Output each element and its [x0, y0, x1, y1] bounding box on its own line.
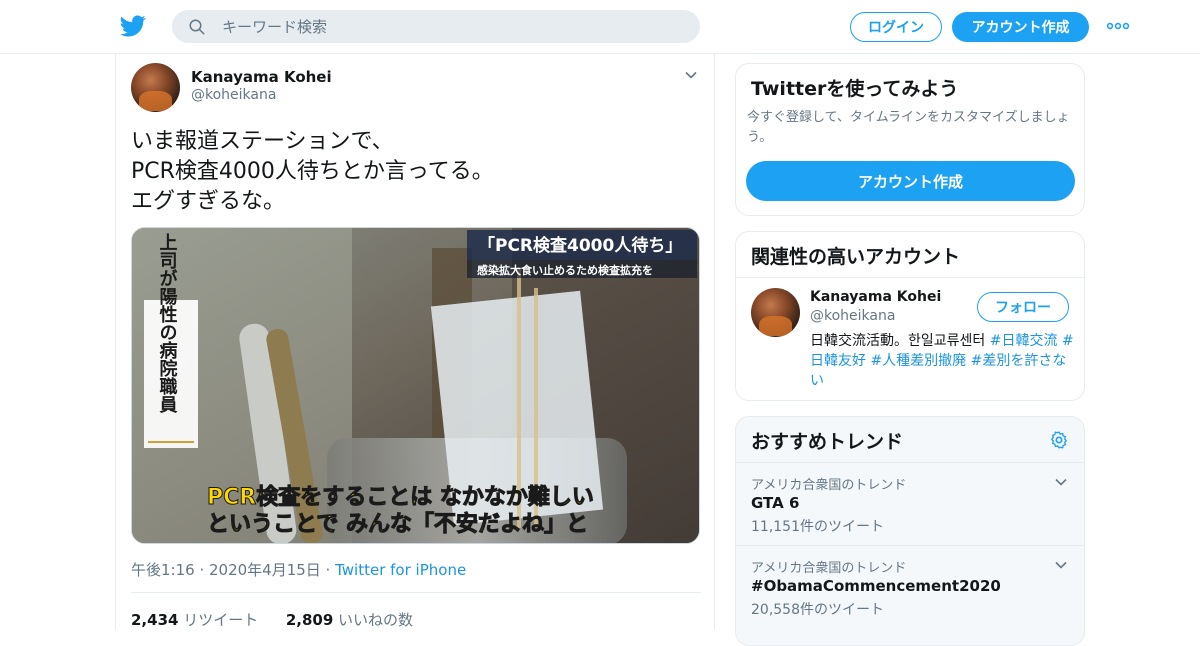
avatar[interactable]	[131, 63, 180, 112]
chevron-down-icon[interactable]	[1054, 475, 1068, 489]
search-box[interactable]	[172, 10, 700, 43]
tweet-stats: 2,434 リツイート 2,809 いいねの数	[131, 609, 413, 630]
trends-title: おすすめトレンド	[751, 431, 904, 453]
divider	[736, 277, 1084, 278]
trends-card: おすすめトレンド アメリカ合衆国のトレンド GTA 6 11,151件のツイート…	[735, 416, 1085, 646]
subtitle-line-2: ということで みんな「不安だよね」と	[207, 511, 588, 537]
chevron-down-icon[interactable]	[1054, 558, 1068, 572]
hashtag-link[interactable]: #日韓交流	[990, 333, 1058, 349]
related-bio: 日韓交流活動。한일교류센터 #日韓交流 #日韓友好 #人種差別撤廃 #差別を許さ…	[810, 331, 1075, 391]
caption-top-title: 「PCR検査4000人待ち」	[478, 235, 682, 256]
trend-context: アメリカ合衆国のトレンド	[751, 561, 907, 576]
subtitle-line-1: PCR検査をすることは なかなか難しい	[207, 484, 594, 510]
retweet-count[interactable]: 2,434	[131, 611, 178, 629]
top-bar: ログイン アカウント作成	[0, 0, 1200, 54]
like-label[interactable]: いいねの数	[338, 611, 413, 629]
tweet-media-photo[interactable]: 「PCR検査4000人待ち」 感染拡大食い止めるため検査拡充を 上司が陽性の病院…	[131, 227, 700, 544]
trend-count: 20,558件のツイート	[751, 602, 884, 618]
caption-side: 上司が陽性の病院職員	[157, 233, 179, 414]
tweet-time[interactable]: 午後1:16 · 2020年4月15日 ·	[131, 561, 335, 579]
divider	[131, 592, 701, 593]
gear-icon[interactable]	[1049, 430, 1069, 450]
search-icon	[189, 19, 205, 35]
tweet-timestamp: 午後1:16 · 2020年4月15日 · Twitter for iPhone	[131, 559, 466, 580]
trend-item[interactable]: アメリカ合衆国のトレンド #ObamaCommencement2020 20,5…	[736, 545, 1084, 627]
tweet-source-link[interactable]: Twitter for iPhone	[335, 561, 466, 579]
media-image: 「PCR検査4000人待ち」 感染拡大食い止めるため検査拡充を 上司が陽性の病院…	[132, 228, 699, 543]
more-icon[interactable]	[1106, 18, 1130, 34]
search-input[interactable]	[222, 10, 682, 43]
screen-name[interactable]: @koheikana	[191, 87, 276, 103]
hashtag-link[interactable]: #人種差別撤廃	[870, 353, 966, 369]
bio-text: 日韓交流活動。한일교류센터	[810, 333, 990, 349]
signup-button[interactable]: アカウント作成	[952, 12, 1089, 42]
signup-card-button[interactable]: アカウント作成	[746, 161, 1075, 201]
follow-button[interactable]: フォロー	[977, 292, 1069, 322]
twitter-logo-icon[interactable]	[120, 13, 146, 39]
trend-name[interactable]: #ObamaCommencement2020	[751, 577, 1001, 595]
trend-count: 11,151件のツイート	[751, 519, 884, 535]
like-count[interactable]: 2,809	[286, 611, 333, 629]
display-name[interactable]: Kanayama Kohei	[191, 68, 332, 86]
caption-top-sub: 感染拡大食い止めるため検査拡充を	[477, 263, 653, 277]
avatar[interactable]	[751, 288, 800, 337]
signup-card-title: Twitterを使ってみよう	[751, 78, 959, 100]
trend-name[interactable]: GTA 6	[751, 494, 799, 512]
trend-context: アメリカ合衆国のトレンド	[751, 478, 907, 493]
related-screen-name[interactable]: @koheikana	[810, 308, 895, 324]
tweet-permalink: Kanayama Kohei @koheikana いま報道ステーションで、 P…	[115, 54, 715, 630]
signup-card: Twitterを使ってみよう 今すぐ登録して、タイムラインをカスタマイズしましょ…	[735, 63, 1085, 216]
related-accounts-card: 関連性の高いアカウント Kanayama Kohei @koheikana フォ…	[735, 231, 1085, 401]
tweet-text: いま報道ステーションで、 PCR検査4000人待ちとか言ってる。 エグすぎるな。	[131, 129, 494, 214]
trend-item[interactable]: アメリカ合衆国のトレンド GTA 6 11,151件のツイート	[736, 462, 1084, 544]
signup-card-desc: 今すぐ登録して、タイムラインをカスタマイズしましょう。	[747, 110, 1070, 145]
related-title: 関連性の高いアカウント	[751, 246, 961, 268]
chevron-down-icon[interactable]	[684, 68, 698, 82]
related-display-name[interactable]: Kanayama Kohei	[810, 289, 941, 305]
retweet-label[interactable]: リツイート	[183, 611, 258, 629]
login-button[interactable]: ログイン	[850, 12, 942, 42]
